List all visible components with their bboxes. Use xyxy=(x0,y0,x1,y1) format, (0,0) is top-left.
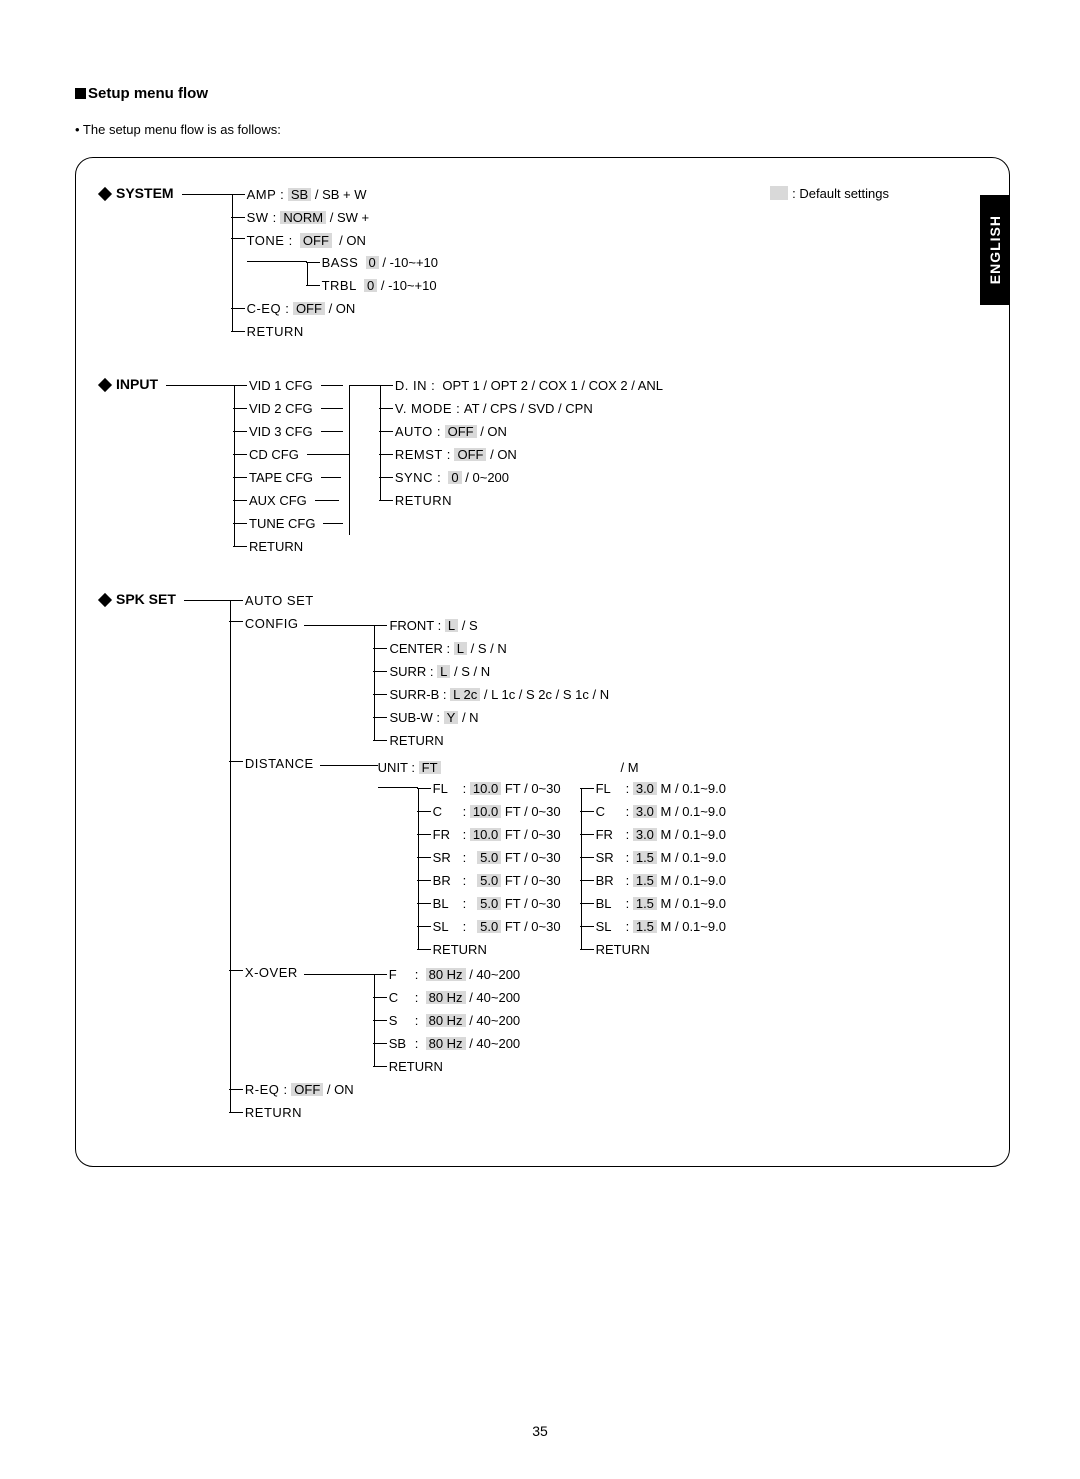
legend: : Default settings xyxy=(770,186,889,200)
xover-row: X-OVER F: 80 Hz / 40~200 C: 80 Hz / 40~2… xyxy=(230,961,746,1078)
manual-page: ENGLISH Setup menu flow • The setup menu… xyxy=(0,0,1080,1479)
dist-row: FR: 10.0 FT / 0~30 xyxy=(418,823,561,846)
trbl-row: TRBL 0 / -10~+10 xyxy=(307,274,438,297)
spk-return: RETURN xyxy=(230,1101,746,1124)
default-swatch-icon xyxy=(770,186,788,200)
dist-return: RETURN xyxy=(418,938,561,961)
distance-row: DISTANCE UNIT : FT / M xyxy=(230,752,746,961)
input-source: AUX CFG xyxy=(234,489,349,512)
dist-row: C: 10.0 FT / 0~30 xyxy=(418,800,561,823)
page-number: 35 xyxy=(0,1423,1080,1439)
xover-return: RETURN xyxy=(374,1055,520,1078)
vmode-row: V. MODE : AT / CPS / SVD / CPN xyxy=(380,397,663,420)
distance-ft: FL: 10.0 FT / 0~30 C: 10.0 FT / 0~30 FR:… xyxy=(418,777,561,961)
dist-row: FL: 3.0 M / 0.1~9.0 xyxy=(581,777,726,800)
config-return: RETURN xyxy=(374,729,609,752)
dist-row: C: 3.0 M / 0.1~9.0 xyxy=(581,800,726,823)
input-source: TAPE CFG xyxy=(234,466,349,489)
tone-row: TONE : OFF / ON BASS 0 / -10~+10 xyxy=(232,229,438,297)
surr-row: SURR : L / S / N xyxy=(374,660,609,683)
connector xyxy=(349,385,350,535)
spkset-block: SPK SET AUTO SET CONFIG FRONT : L / S xyxy=(100,592,985,1124)
config-items: FRONT : L / S CENTER : L / S / N SURR : … xyxy=(374,614,609,752)
dist-row: BL: 1.5 M / 0.1~9.0 xyxy=(581,892,726,915)
spk-items: AUTO SET CONFIG FRONT : L / S CENTER : L… xyxy=(230,589,746,1124)
input-block: INPUT VID 1 CFG VID 2 CFG VID 3 CFG CD C… xyxy=(100,377,985,558)
sync-row: SYNC : 0 / 0~200 xyxy=(380,466,663,489)
front-row: FRONT : L / S xyxy=(374,614,609,637)
spk-title: SPK SET xyxy=(116,592,176,606)
amp-row: AMP : SB / SB + W xyxy=(232,183,438,206)
diamond-icon xyxy=(98,187,112,201)
system-return: RETURN xyxy=(232,320,438,343)
system-title: SYSTEM xyxy=(116,186,174,200)
distance-m: FL: 3.0 M / 0.1~9.0 C: 3.0 M / 0.1~9.0 F… xyxy=(581,777,726,961)
xover-c: C: 80 Hz / 40~200 xyxy=(374,986,520,1009)
req-row: R-EQ : OFF / ON xyxy=(230,1078,746,1101)
xover-sb: SB: 80 Hz / 40~200 xyxy=(374,1032,520,1055)
system-block: SYSTEM AMP : SB / SB + W SW : NORM / SW … xyxy=(100,186,985,343)
bass-row: BASS 0 / -10~+10 xyxy=(307,251,438,274)
square-bullet-icon xyxy=(75,88,86,99)
input-source: VID 1 CFG xyxy=(234,374,349,397)
dist-row: SR: 5.0 FT / 0~30 xyxy=(418,846,561,869)
connector xyxy=(182,194,232,196)
input-params: D. IN : OPT 1 / OPT 2 / COX 1 / COX 2 / … xyxy=(380,374,663,512)
dist-return: RETURN xyxy=(581,938,726,961)
dist-row: SR: 1.5 M / 0.1~9.0 xyxy=(581,846,726,869)
input-source: VID 2 CFG xyxy=(234,397,349,420)
distance-columns: FL: 10.0 FT / 0~30 C: 10.0 FT / 0~30 FR:… xyxy=(378,777,746,961)
ceq-row: C-EQ : OFF / ON xyxy=(232,297,438,320)
tone-sub: BASS 0 / -10~+10 TRBL 0 / -10~+10 xyxy=(307,251,438,297)
menu-flow-frame: : Default settings SYSTEM AMP : SB / SB … xyxy=(75,157,1010,1167)
dist-row: BL: 5.0 FT / 0~30 xyxy=(418,892,561,915)
section-heading: Setup menu flow xyxy=(75,85,1010,102)
dist-row: FL: 10.0 FT / 0~30 xyxy=(418,777,561,800)
unit-row: UNIT : FT / M xyxy=(378,757,746,777)
input-source: VID 3 CFG xyxy=(234,420,349,443)
config-row: CONFIG FRONT : L / S CENTER : L / S / N … xyxy=(230,612,746,752)
xover-f: F: 80 Hz / 40~200 xyxy=(374,963,520,986)
input-title: INPUT xyxy=(116,377,158,391)
input-source: CD CFG xyxy=(234,443,349,466)
input-param-return: RETURN xyxy=(380,489,663,512)
auto-row: AUTO : OFF / ON xyxy=(380,420,663,443)
dist-row: SL: 1.5 M / 0.1~9.0 xyxy=(581,915,726,938)
din-row: D. IN : OPT 1 / OPT 2 / COX 1 / COX 2 / … xyxy=(380,374,663,397)
dist-row: BR: 1.5 M / 0.1~9.0 xyxy=(581,869,726,892)
intro-text: • The setup menu flow is as follows: xyxy=(75,122,1010,137)
dist-row: BR: 5.0 FT / 0~30 xyxy=(418,869,561,892)
diamond-icon xyxy=(98,378,112,392)
dist-row: FR: 3.0 M / 0.1~9.0 xyxy=(581,823,726,846)
center-row: CENTER : L / S / N xyxy=(374,637,609,660)
autoset-row: AUTO SET xyxy=(230,589,746,612)
xover-s: S: 80 Hz / 40~200 xyxy=(374,1009,520,1032)
system-items: AMP : SB / SB + W SW : NORM / SW + TONE … xyxy=(232,183,438,343)
input-source: TUNE CFG xyxy=(234,512,349,535)
surrb-row: SURR-B : L 2c / L 1c / S 2c / S 1c / N xyxy=(374,683,609,706)
xover-items: F: 80 Hz / 40~200 C: 80 Hz / 40~200 S: 8… xyxy=(374,963,520,1078)
diamond-icon xyxy=(98,593,112,607)
remst-row: REMST : OFF / ON xyxy=(380,443,663,466)
sw-row: SW : NORM / SW + xyxy=(232,206,438,229)
subw-row: SUB-W : Y / N xyxy=(374,706,609,729)
dist-row: SL: 5.0 FT / 0~30 xyxy=(418,915,561,938)
default-value: SB xyxy=(288,188,311,201)
input-sources: VID 1 CFG VID 2 CFG VID 3 CFG CD CFG TAP… xyxy=(234,374,349,558)
input-return: RETURN xyxy=(234,535,349,558)
